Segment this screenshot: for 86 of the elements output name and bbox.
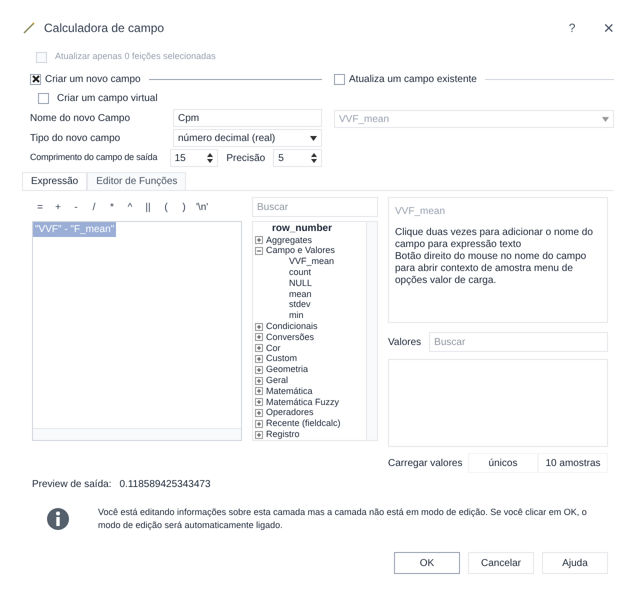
checkbox[interactable] [38,92,49,104]
tree-item[interactable]: Matemática [266,386,313,396]
field-label: Valores [388,336,422,350]
checkbox[interactable] [334,74,345,84]
expand-icon[interactable] [255,387,263,396]
caret-icon [602,116,609,122]
collapse-icon[interactable] [255,246,263,255]
tab[interactable]: Expressão [22,172,88,190]
field-label: Preview de saída: [32,478,112,492]
spinner-arrows-icon[interactable] [207,152,214,164]
field-label: Comprimento do campo de saída [30,151,158,164]
scrollbar[interactable] [366,222,377,440]
expand-icon[interactable] [255,376,263,385]
tree-item[interactable]: min [289,311,304,320]
field-label: Precisão [226,152,266,166]
tree-item[interactable]: Campo e Valores [266,246,335,256]
checkbox[interactable] [30,74,41,84]
button[interactable]: Ajuda [542,552,608,574]
expand-icon[interactable] [255,236,263,244]
field-label: Tipo do novo campo [30,132,122,146]
group-title: Criar um novo campo [45,72,141,86]
button[interactable]: 10 amostras [538,453,608,473]
operator-button[interactable]: || [140,199,156,215]
tree-item[interactable]: NULL [289,278,312,288]
operator-button[interactable]: ( [158,199,174,215]
info-icon [46,507,70,531]
tree-item[interactable]: Registro [266,430,300,440]
tree-item[interactable]: Operadores [266,408,314,418]
help-title: VVF_mean [395,205,446,219]
tree-item[interactable]: Condicionais [266,322,318,332]
tree-item[interactable]: Matemática Fuzzy [266,398,340,407]
expand-icon[interactable] [255,430,263,439]
tree-item[interactable]: count [289,268,312,278]
info-message: Você está editando informações sobre esta camada mas a camada não está em modo de edição. Se você clicar em OK, o modo de edição será automaticamente ligado. [98,506,588,532]
spin-box[interactable]: 15 [170,149,218,167]
operator-button[interactable]: ) [176,199,192,215]
tree-item[interactable]: Geral [266,376,288,386]
spinner-arrows-icon[interactable] [311,152,317,164]
operator-button[interactable]: * [104,199,120,215]
expand-icon[interactable] [255,354,263,363]
pencil-icon [22,21,36,35]
operator-button[interactable]: + [50,199,66,215]
expand-icon[interactable] [255,408,263,417]
operator-button[interactable]: '\n' [194,199,210,215]
tree-item[interactable]: Conversões [266,332,314,342]
field-label: Nome do novo Campo [30,112,132,126]
checkbox-label: Criar um campo virtual [57,92,158,106]
tree-item[interactable]: Geometria [266,365,308,374]
scrollbar[interactable] [33,428,241,440]
expand-icon[interactable] [255,420,263,428]
tree-item[interactable]: Cor [266,344,281,353]
expand-icon[interactable] [255,344,263,352]
tree-item[interactable]: row_number [272,224,332,234]
close-button[interactable]: × [603,19,614,37]
tree-item[interactable]: Recente (fieldcalc) [266,419,341,428]
expand-icon[interactable] [255,398,263,406]
text-field[interactable]: Cpm [172,109,322,127]
tree-item[interactable]: mean [289,290,312,299]
search-field[interactable]: Buscar [252,197,378,217]
tree-item[interactable]: Aggregates [266,236,312,245]
tree-item[interactable]: VVF_mean [289,257,334,266]
help-text: Clique duas vezes para adicionar o nome do campo para expressão texto Botão direito do mouse no nome do campo para abrir contexto de amostra menu de opções valor de carga. [395,227,594,287]
caret-icon [310,136,317,140]
search-field[interactable]: Buscar [429,332,608,352]
operator-button[interactable]: / [86,199,102,215]
button[interactable]: únicos [468,453,538,473]
expand-icon[interactable] [255,322,263,331]
dropdown[interactable]: número decimal (real) [172,129,322,147]
field-label: Carregar valores [388,456,464,470]
button[interactable]: OK [394,552,460,574]
spin-box[interactable]: 5 [273,149,322,167]
expand-icon[interactable] [255,366,263,374]
tree-item[interactable]: Custom [266,354,298,364]
group-title: Atualiza um campo existente [349,72,477,86]
button[interactable]: Cancelar [468,552,534,574]
help-button[interactable]: ? [568,19,576,37]
operator-button[interactable]: ^ [122,199,138,215]
operator-button[interactable]: = [32,199,48,215]
operator-button[interactable]: - [68,199,84,215]
expand-icon[interactable] [255,333,263,342]
window-title: Calculadora de campo [44,20,164,37]
checkbox-label: Atualizar apenas 0 feições selecionadas [55,50,216,64]
tree-item[interactable]: stdev [289,300,311,310]
preview-value: 0.118589425343473 [120,478,211,492]
tab[interactable]: Editor de Funções [87,172,186,190]
expression-text: "VVF" - "F_mean" [33,222,116,237]
